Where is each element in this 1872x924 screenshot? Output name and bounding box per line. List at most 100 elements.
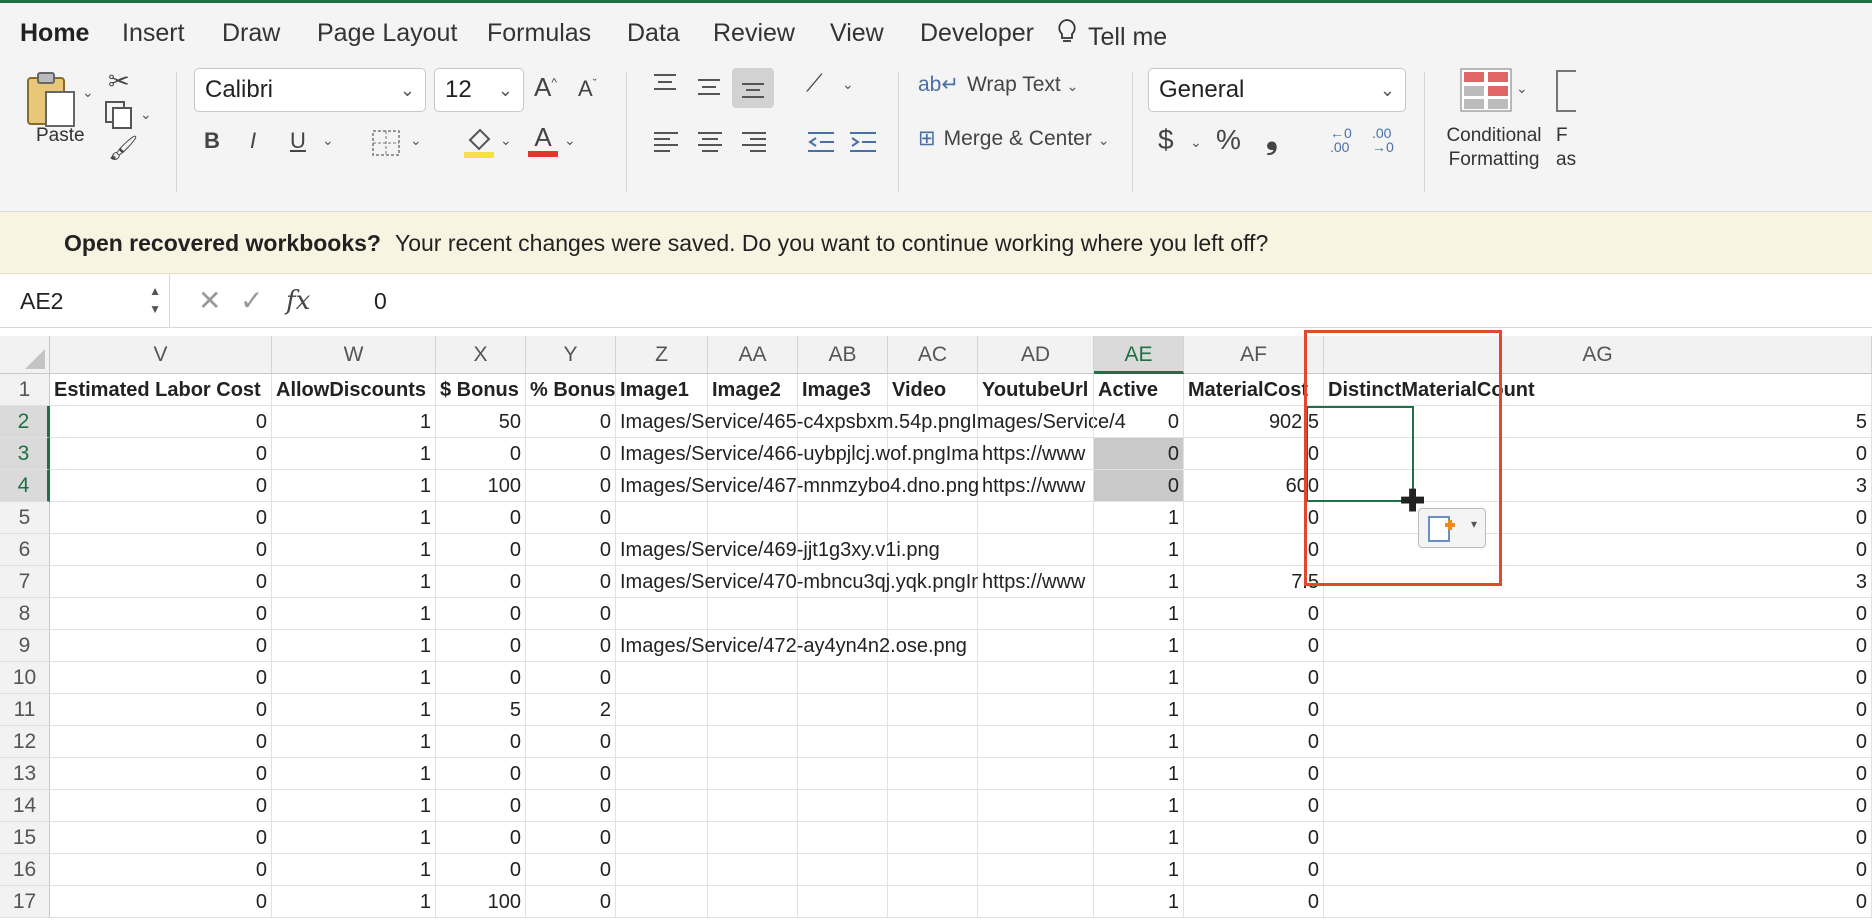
paste-dropdown-chevron-icon[interactable]: ⌄ — [82, 84, 94, 101]
header-cell-w[interactable]: AllowDiscounts — [272, 374, 436, 406]
cell-ae9[interactable]: 1 — [1094, 630, 1184, 662]
cell-v11[interactable]: 0 — [50, 694, 272, 726]
cell-ab5[interactable] — [798, 502, 888, 534]
cell-ab17[interactable] — [798, 886, 888, 918]
cell-y11[interactable]: 2 — [526, 694, 616, 726]
cell-x11[interactable]: 5 — [436, 694, 526, 726]
cell-y9[interactable]: 0 — [526, 630, 616, 662]
cell-ad2[interactable] — [978, 406, 1094, 438]
cell-ag16[interactable]: 0 — [1324, 854, 1872, 886]
column-header-v[interactable]: V — [50, 336, 272, 374]
cell-ae17[interactable]: 1 — [1094, 886, 1184, 918]
cell-aa10[interactable] — [708, 662, 798, 694]
fill-color-bucket-icon[interactable] — [464, 126, 494, 163]
cell-v5[interactable]: 0 — [50, 502, 272, 534]
decrease-decimal-button[interactable]: .00 →0 — [1372, 126, 1394, 154]
header-cell-ae[interactable]: Active — [1094, 374, 1184, 406]
column-header-w[interactable]: W — [272, 336, 436, 374]
cell-ab12[interactable] — [798, 726, 888, 758]
conditional-formatting-icon[interactable] — [1460, 68, 1512, 117]
cell-z7[interactable]: Images/Service/470-mbncu3qj.yqk.pngImag — [616, 566, 1010, 598]
percent-button[interactable]: % — [1216, 124, 1241, 156]
row-header-8[interactable]: 8 — [0, 598, 50, 630]
currency-button[interactable]: $ — [1158, 124, 1174, 156]
cell-x8[interactable]: 0 — [436, 598, 526, 630]
row-header-11[interactable]: 11 — [0, 694, 50, 726]
cell-z13[interactable] — [616, 758, 708, 790]
cell-ac14[interactable] — [888, 790, 978, 822]
cell-ab14[interactable] — [798, 790, 888, 822]
cell-ac17[interactable] — [888, 886, 978, 918]
cell-aa13[interactable] — [708, 758, 798, 790]
italic-button[interactable]: I — [250, 128, 256, 154]
cell-ag8[interactable]: 0 — [1324, 598, 1872, 630]
cell-ag15[interactable]: 0 — [1324, 822, 1872, 854]
cell-v17[interactable]: 0 — [50, 886, 272, 918]
cell-ag14[interactable]: 0 — [1324, 790, 1872, 822]
cell-w4[interactable]: 1 — [272, 470, 436, 502]
insert-function-fx-icon[interactable]: fx — [286, 286, 310, 316]
cell-aa11[interactable] — [708, 694, 798, 726]
currency-dropdown-chevron-icon[interactable]: ⌄ — [1190, 134, 1202, 151]
cell-aa8[interactable] — [708, 598, 798, 630]
cell-y15[interactable]: 0 — [526, 822, 616, 854]
cell-v8[interactable]: 0 — [50, 598, 272, 630]
cell-y14[interactable]: 0 — [526, 790, 616, 822]
cell-y4[interactable]: 0 — [526, 470, 616, 502]
format-as-table-label[interactable]: F as — [1556, 124, 1576, 172]
cell-x17[interactable]: 100 — [436, 886, 526, 918]
row-header-12[interactable]: 12 — [0, 726, 50, 758]
row-header-14[interactable]: 14 — [0, 790, 50, 822]
cell-ad6[interactable] — [978, 534, 1094, 566]
cell-aa15[interactable] — [708, 822, 798, 854]
cell-ae10[interactable]: 1 — [1094, 662, 1184, 694]
cell-z8[interactable] — [616, 598, 708, 630]
column-header-aa[interactable]: AA — [708, 336, 798, 374]
font-color-dropdown-chevron-icon[interactable]: ⌄ — [564, 132, 576, 149]
cell-ac13[interactable] — [888, 758, 978, 790]
cell-ag13[interactable]: 0 — [1324, 758, 1872, 790]
cell-y16[interactable]: 0 — [526, 854, 616, 886]
cell-ad14[interactable] — [978, 790, 1094, 822]
cell-y6[interactable]: 0 — [526, 534, 616, 566]
cell-af5[interactable]: 0 — [1184, 502, 1324, 534]
cell-x15[interactable]: 0 — [436, 822, 526, 854]
tab-home[interactable]: Home — [20, 19, 90, 60]
font-name-select[interactable]: Calibri ⌄ — [194, 68, 426, 112]
cell-z14[interactable] — [616, 790, 708, 822]
cell-z17[interactable] — [616, 886, 708, 918]
cell-v6[interactable]: 0 — [50, 534, 272, 566]
cell-x14[interactable]: 0 — [436, 790, 526, 822]
decrease-font-size-icon[interactable]: Aˇ — [578, 76, 597, 102]
copy-icon[interactable] — [104, 100, 134, 135]
cell-ae4[interactable]: 0 — [1094, 470, 1184, 502]
align-center-icon[interactable] — [696, 130, 724, 159]
cell-ae3[interactable]: 0 — [1094, 438, 1184, 470]
header-cell-y[interactable]: % Bonus — [526, 374, 616, 406]
row-header-2[interactable]: 2 — [0, 406, 50, 438]
cell-z11[interactable] — [616, 694, 708, 726]
header-cell-v[interactable]: Estimated Labor Cost — [50, 374, 272, 406]
cell-af16[interactable]: 0 — [1184, 854, 1324, 886]
merge-center-button[interactable]: ⊞ Merge & Center ⌄ — [918, 126, 1109, 151]
cell-w6[interactable]: 1 — [272, 534, 436, 566]
cell-w12[interactable]: 1 — [272, 726, 436, 758]
column-header-x[interactable]: X — [436, 336, 526, 374]
cell-z10[interactable] — [616, 662, 708, 694]
cell-ag10[interactable]: 0 — [1324, 662, 1872, 694]
cell-x16[interactable]: 0 — [436, 854, 526, 886]
cell-ac8[interactable] — [888, 598, 978, 630]
cell-ag6[interactable]: 0 — [1324, 534, 1872, 566]
cell-ab11[interactable] — [798, 694, 888, 726]
enter-check-icon[interactable]: ✓ — [240, 284, 263, 317]
align-right-icon[interactable] — [740, 130, 768, 159]
cell-y12[interactable]: 0 — [526, 726, 616, 758]
cell-x3[interactable]: 0 — [436, 438, 526, 470]
cell-x5[interactable]: 0 — [436, 502, 526, 534]
cell-z3[interactable]: Images/Service/466-uybpjlcj.wof.pngImage — [616, 438, 1001, 470]
header-cell-z[interactable]: Image1 — [616, 374, 708, 406]
cell-ad7[interactable]: https://www — [978, 566, 1094, 598]
increase-font-size-icon[interactable]: A^ — [534, 72, 557, 103]
header-cell-aa[interactable]: Image2 — [708, 374, 798, 406]
cell-ab13[interactable] — [798, 758, 888, 790]
